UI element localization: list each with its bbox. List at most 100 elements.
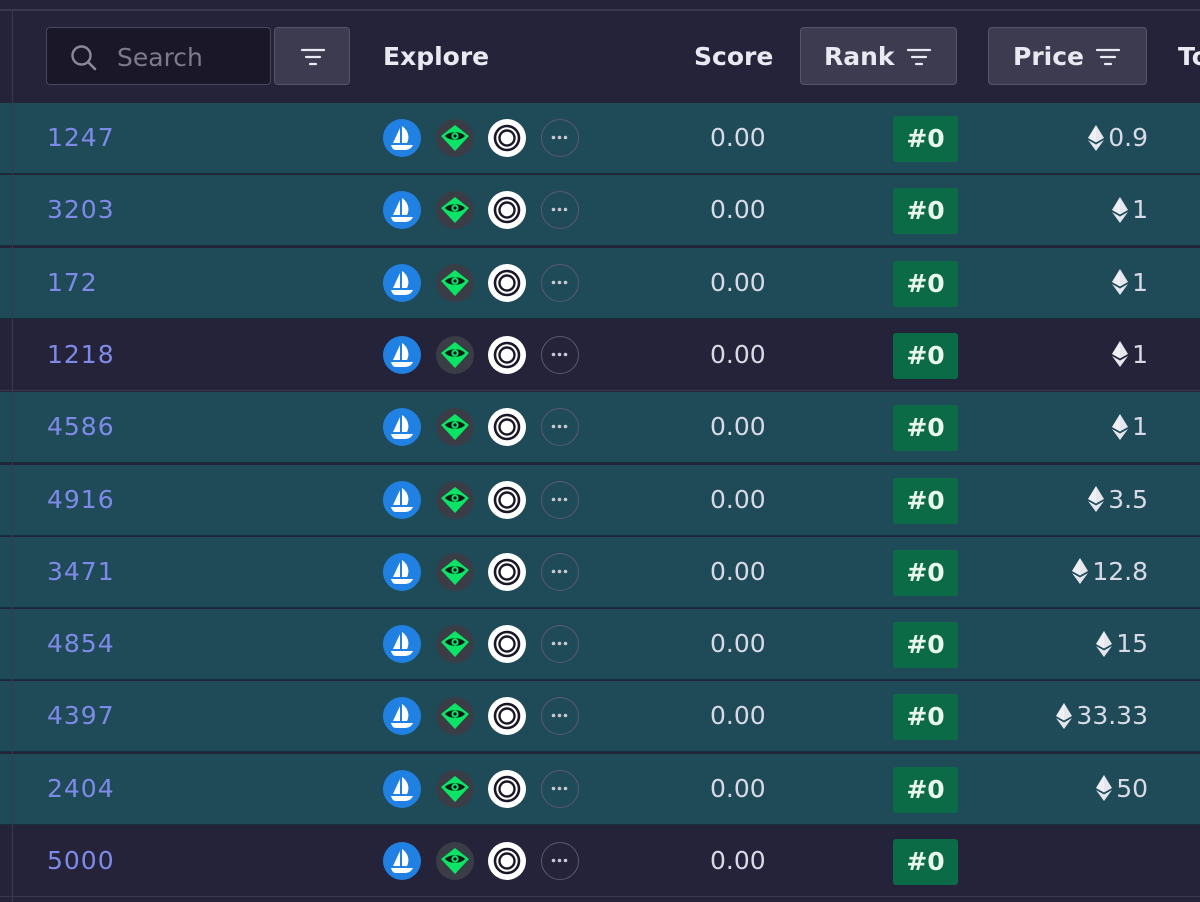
row-divider: [0, 462, 1200, 464]
opensea-icon[interactable]: [383, 842, 421, 880]
looksrare-eye-icon[interactable]: [436, 119, 474, 157]
table-row[interactable]: 3471 0.00 #0 12.8: [0, 536, 1200, 608]
price-sort-button[interactable]: Price: [988, 27, 1147, 85]
x2y2-ring-icon[interactable]: [488, 408, 526, 447]
score-value: 0.00: [710, 556, 766, 586]
price-cell: 1: [1112, 268, 1148, 297]
looksrare-eye-icon[interactable]: [436, 625, 474, 664]
eth-icon: [1096, 630, 1113, 657]
more-options-icon[interactable]: [541, 119, 579, 157]
table-row[interactable]: 5000 0.00 #0: [0, 826, 1200, 897]
token-id-link[interactable]: 4397: [47, 701, 115, 730]
rank-sort-button[interactable]: Rank: [800, 27, 957, 85]
token-id-link[interactable]: 1247: [47, 123, 115, 152]
more-options-icon[interactable]: [541, 263, 579, 302]
opensea-icon[interactable]: [383, 119, 421, 157]
price-cell: 50: [1096, 774, 1148, 803]
token-id-link[interactable]: 3203: [47, 195, 115, 224]
looksrare-eye-icon[interactable]: [436, 480, 474, 519]
rank-badge: #0: [893, 188, 958, 235]
eth-icon: [1112, 413, 1129, 440]
row-divider: [0, 534, 1200, 536]
looksrare-eye-icon[interactable]: [436, 769, 474, 808]
explore-column-header: Explore: [383, 42, 490, 71]
opensea-icon[interactable]: [383, 408, 421, 447]
looksrare-eye-icon[interactable]: [436, 191, 474, 230]
price-cell: 33.33: [1056, 701, 1148, 730]
more-options-icon[interactable]: [541, 335, 579, 374]
x2y2-ring-icon[interactable]: [488, 842, 526, 880]
table-row[interactable]: 1218 0.00 #0 1: [0, 319, 1200, 391]
looksrare-eye-icon[interactable]: [436, 552, 474, 591]
opensea-icon[interactable]: [383, 625, 421, 664]
price-value: 1: [1132, 412, 1148, 442]
price-value: 3.5: [1108, 484, 1148, 514]
eth-icon: [1088, 124, 1105, 151]
row-divider: [0, 245, 1200, 247]
x2y2-ring-icon[interactable]: [488, 119, 526, 157]
opensea-icon[interactable]: [383, 480, 421, 519]
more-options-icon[interactable]: [541, 625, 579, 664]
opensea-icon[interactable]: [383, 335, 421, 374]
token-id-link[interactable]: 172: [47, 268, 98, 297]
rank-badge: #0: [893, 116, 958, 162]
rank-badge: #0: [893, 694, 958, 741]
price-cell: 15: [1096, 629, 1148, 658]
rank-badge: #0: [893, 260, 958, 307]
opensea-icon[interactable]: [383, 263, 421, 302]
x2y2-ring-icon[interactable]: [488, 552, 526, 591]
x2y2-ring-icon[interactable]: [488, 480, 526, 519]
more-options-icon[interactable]: [541, 408, 579, 447]
token-id-link[interactable]: 5000: [47, 846, 115, 875]
token-id-link[interactable]: 3471: [47, 557, 115, 586]
table-row[interactable]: 4854 0.00 #0 15: [0, 609, 1200, 681]
token-id-link[interactable]: 4916: [47, 485, 115, 514]
opensea-icon[interactable]: [383, 552, 421, 591]
eth-icon: [1088, 486, 1105, 512]
looksrare-eye-icon[interactable]: [436, 263, 474, 302]
rank-badge: #0: [893, 839, 958, 885]
truncated-column-header[interactable]: To: [1178, 42, 1200, 71]
opensea-icon[interactable]: [383, 191, 421, 230]
token-id-link[interactable]: 2404: [47, 774, 115, 803]
table-row[interactable]: 4916 0.00 #0 3.5: [0, 464, 1200, 536]
token-id-link[interactable]: 4854: [47, 629, 115, 658]
x2y2-ring-icon[interactable]: [488, 263, 526, 302]
more-options-icon[interactable]: [541, 769, 579, 808]
table-row[interactable]: 3203 0.00 #0 1: [0, 175, 1200, 247]
opensea-icon[interactable]: [383, 769, 421, 808]
eth-icon: [1112, 341, 1129, 368]
table-row[interactable]: 4397 0.00 #0 33.33: [0, 681, 1200, 753]
search-input[interactable]: Search: [46, 27, 271, 85]
looksrare-eye-icon[interactable]: [436, 697, 474, 736]
more-options-icon[interactable]: [541, 842, 579, 880]
table-row[interactable]: 4586 0.00 #0 1: [0, 392, 1200, 464]
looksrare-eye-icon[interactable]: [436, 408, 474, 447]
x2y2-ring-icon[interactable]: [488, 335, 526, 374]
row-divider: [0, 173, 1200, 174]
table-row[interactable]: 172 0.00 #0 1: [0, 247, 1200, 319]
more-options-icon[interactable]: [541, 191, 579, 230]
score-column-header[interactable]: Score: [694, 42, 773, 71]
row-divider: [0, 823, 1200, 825]
more-options-icon[interactable]: [541, 697, 579, 736]
score-value: 0.00: [710, 195, 766, 225]
token-id-link[interactable]: 1218: [47, 340, 115, 369]
more-options-icon[interactable]: [541, 552, 579, 591]
x2y2-ring-icon[interactable]: [488, 625, 526, 664]
score-value: 0.00: [710, 267, 766, 297]
more-options-icon[interactable]: [541, 480, 579, 519]
filter-icon: [301, 48, 325, 66]
looksrare-eye-icon[interactable]: [436, 842, 474, 880]
search-filter-button[interactable]: [274, 27, 350, 85]
opensea-icon[interactable]: [383, 697, 421, 736]
x2y2-ring-icon[interactable]: [488, 769, 526, 808]
x2y2-ring-icon[interactable]: [488, 191, 526, 230]
table-row[interactable]: 2404 0.00 #0 50: [0, 753, 1200, 825]
x2y2-ring-icon[interactable]: [488, 697, 526, 736]
looksrare-eye-icon[interactable]: [436, 335, 474, 374]
price-cell: 12.8: [1072, 557, 1148, 586]
token-id-link[interactable]: 4586: [47, 412, 115, 441]
table-row[interactable]: 1247 0.00 #0 0.9: [0, 103, 1200, 174]
eth-icon: [1112, 269, 1129, 296]
